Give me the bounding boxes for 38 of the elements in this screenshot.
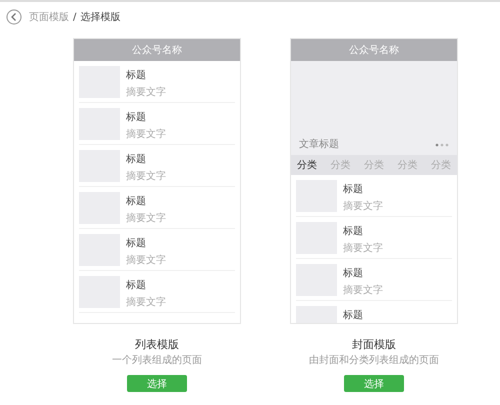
article-title: 标题 — [126, 194, 147, 208]
article-summary: 摘要文字 — [126, 254, 166, 267]
article-title: 标题 — [343, 308, 363, 322]
category-tab[interactable]: 分类 — [431, 158, 451, 172]
account-name-header: 公众号名称 — [291, 39, 457, 61]
article-summary: 摘要文字 — [343, 242, 383, 255]
article-title: 标题 — [126, 236, 147, 250]
select-button[interactable]: 选择 — [344, 375, 404, 392]
article-title: 标题 — [343, 182, 364, 196]
template-description: 一个列表组成的页面 — [112, 354, 202, 367]
back-icon[interactable] — [6, 9, 22, 25]
article-summary: 摘要文字 — [126, 86, 166, 99]
account-name-header: 公众号名称 — [74, 39, 240, 61]
article-title: 标题 — [126, 152, 147, 166]
article-summary: 摘要文字 — [126, 296, 166, 309]
template-name: 封面模版 — [352, 337, 396, 352]
category-tab[interactable]: 分类 — [398, 158, 418, 172]
article-title: 标题 — [126, 68, 147, 82]
article-title: 标题 — [126, 278, 147, 292]
category-tab[interactable]: 分类 — [297, 158, 317, 172]
article-summary: 摘要文字 — [343, 284, 383, 297]
category-tab[interactable]: 分类 — [330, 158, 350, 172]
breadcrumb-link[interactable]: 页面模版 — [29, 10, 69, 24]
breadcrumb-current: 选择模版 — [80, 10, 120, 24]
article-title: 标题 — [126, 110, 147, 124]
category-tab[interactable]: 分类 — [364, 158, 384, 172]
article-title: 标题 — [343, 224, 364, 238]
cover-title: 文章标题 — [299, 138, 339, 151]
article-summary: 摘要文字 — [126, 128, 166, 141]
article-summary: 摘要文字 — [343, 200, 383, 213]
article-summary: 摘要文字 — [126, 170, 166, 183]
template-description: 由封面和分类列表组成的页面 — [309, 354, 439, 367]
pager-dots-icon — [435, 143, 449, 147]
article-summary: 摘要文字 — [126, 212, 166, 225]
article-title: 标题 — [343, 266, 364, 280]
select-button[interactable]: 选择 — [127, 375, 187, 392]
breadcrumb-separator: / — [73, 12, 76, 22]
template-name: 列表模版 — [135, 337, 179, 352]
